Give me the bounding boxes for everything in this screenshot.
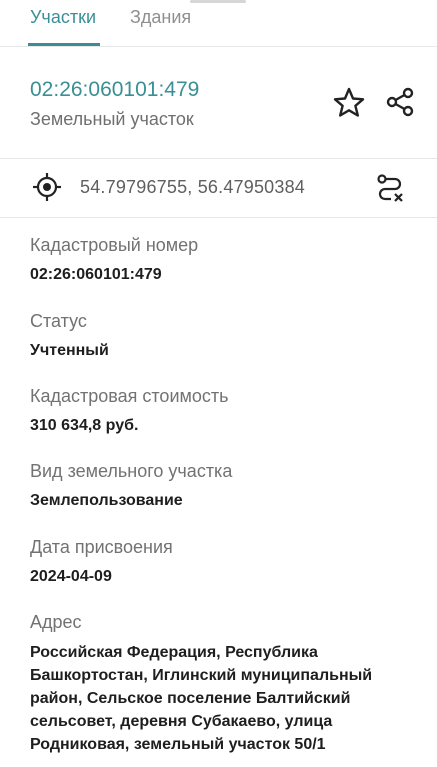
address-value: Российская Федерация, Республика Башкорт… [30,644,373,753]
divider [0,158,437,159]
coordinates-text: 54.79796755, 56.47950384 [80,177,306,197]
land-type-label: Вид земельного участка [30,461,233,481]
object-header: 02:26:060101:479 Земельный участок [0,72,437,158]
cadastral-cost-value: 310 634,8 руб. [30,417,139,434]
divider [0,217,437,218]
cadastral-number-link[interactable]: 02:26:060101:479 [30,78,199,102]
tab-bar: Участки Здания [0,0,437,47]
assignment-date-label: Дата присвоения [30,537,173,557]
land-type-value: Землепользование [30,492,183,509]
route-icon[interactable] [374,172,406,204]
cadastral-cost-label: Кадастровая стоимость [30,386,229,406]
coordinates-row: 54.79796755, 56.47950384 [0,160,437,217]
crosshair-icon[interactable] [32,172,62,202]
cadastral-number-label: Кадастровый номер [30,235,199,255]
assignment-date-value: 2024-04-09 [30,568,112,585]
tab-plots[interactable]: Участки [28,6,100,46]
cadastral-number-value: 02:26:060101:479 [30,266,162,283]
star-outline-icon[interactable] [332,86,366,118]
share-icon[interactable] [384,86,416,118]
status-label: Статус [30,311,87,331]
status-value: Учтенный [30,342,109,359]
address-label: Адрес [30,612,82,632]
object-type: Земельный участок [30,109,194,129]
tab-buildings[interactable]: Здания [130,6,191,46]
